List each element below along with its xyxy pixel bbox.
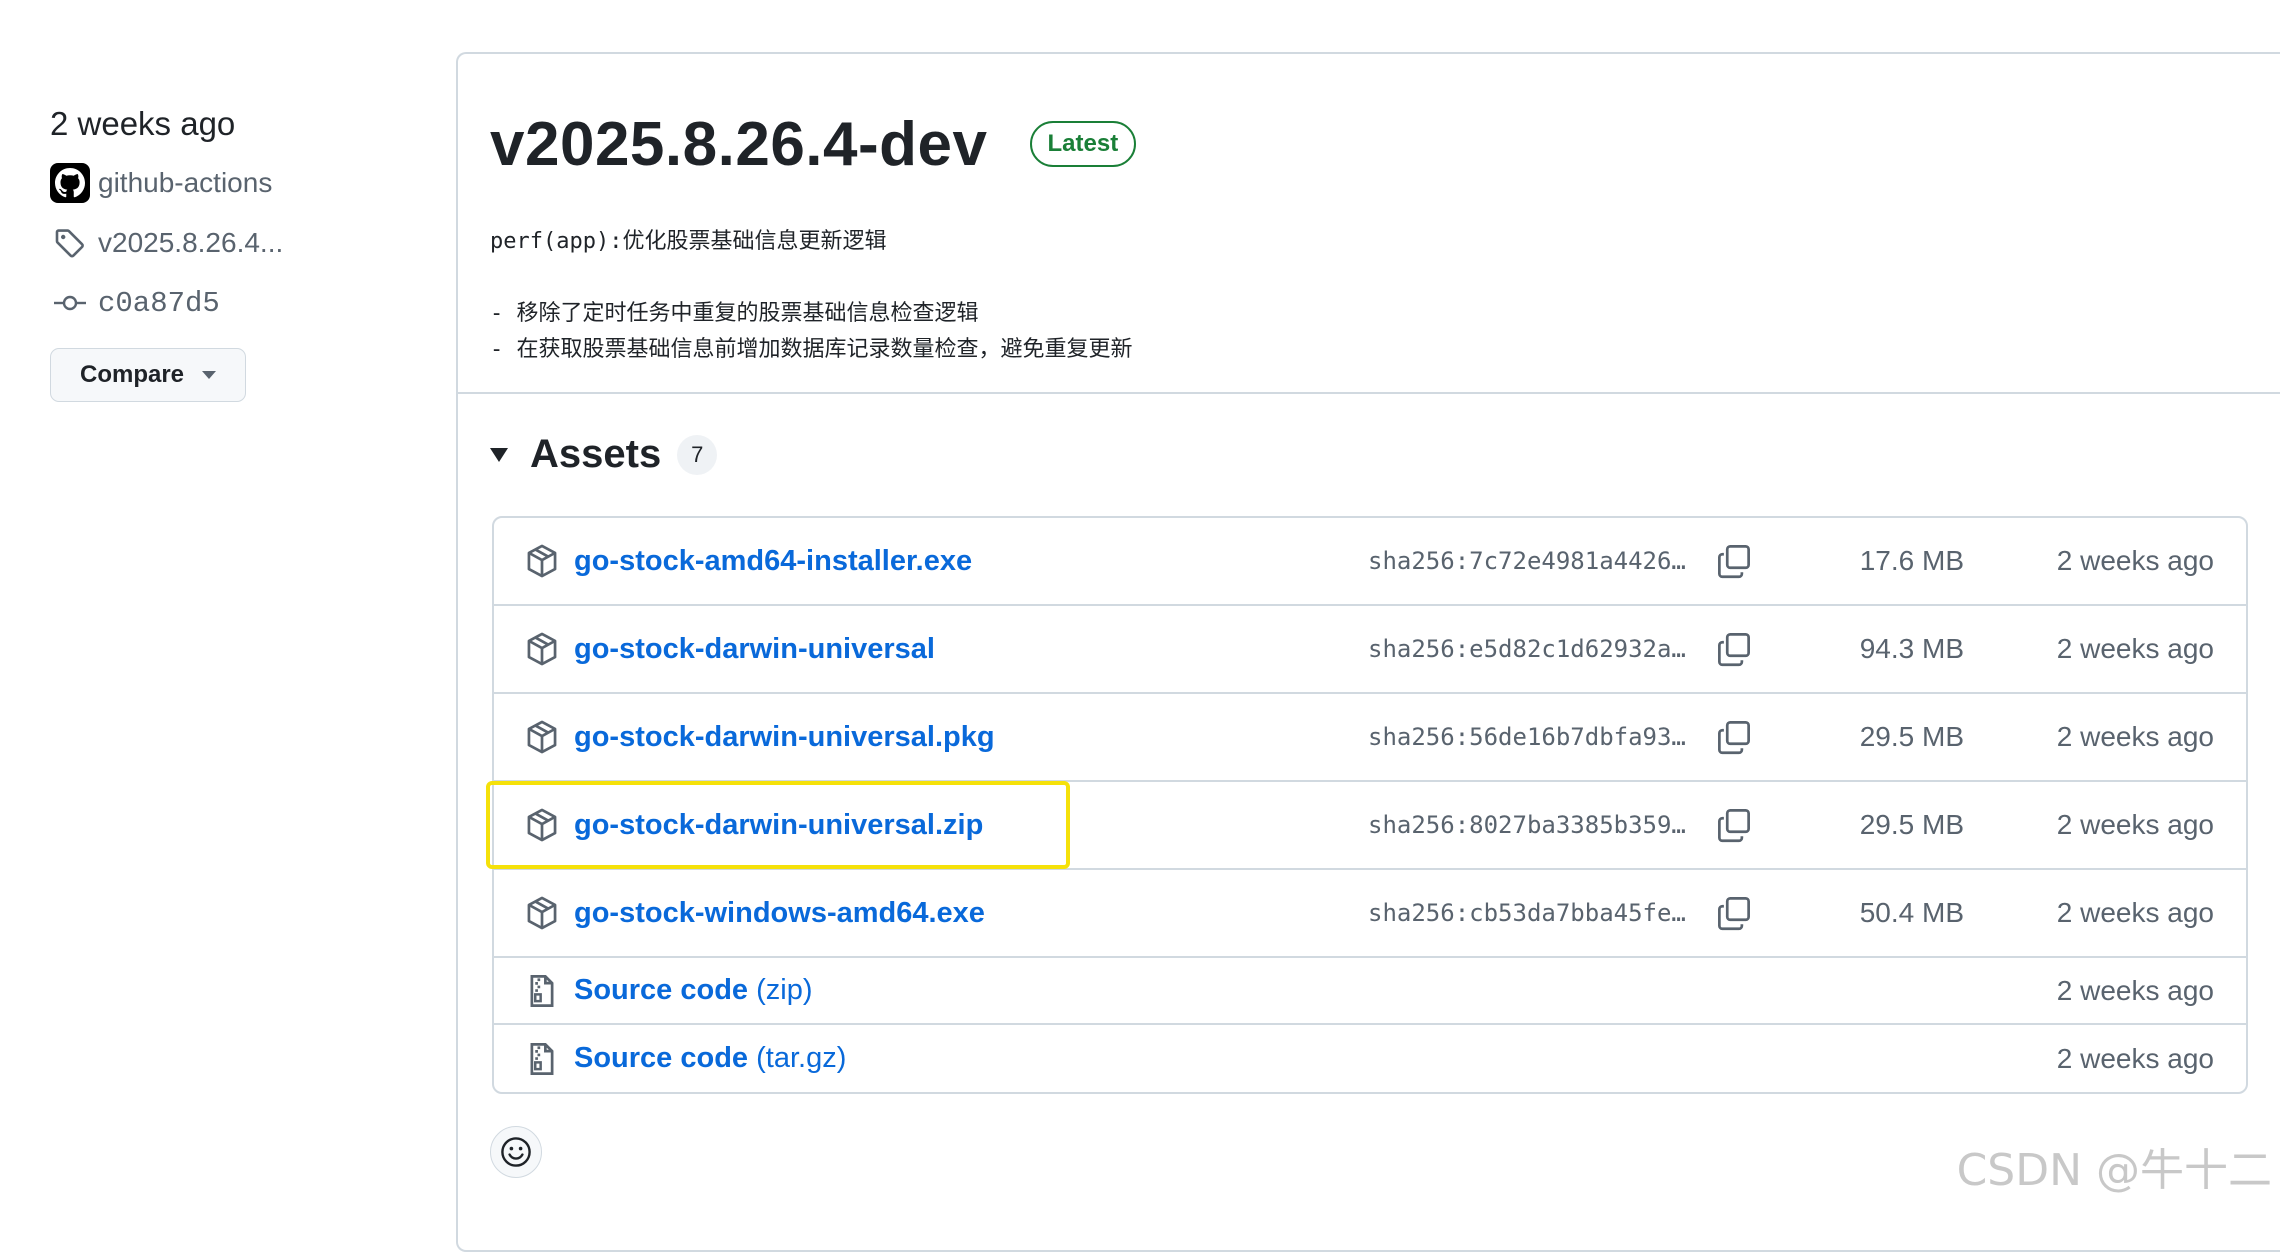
latest-badge: Latest — [1029, 121, 1137, 167]
source-row: Source code (zip) 2 weeks ago — [494, 958, 2246, 1025]
avatar — [50, 163, 90, 203]
triangle-down-icon — [490, 447, 508, 462]
asset-link[interactable]: go-stock-windows-amd64.exe — [574, 897, 985, 930]
author-link[interactable]: github-actions — [50, 160, 380, 206]
package-icon — [524, 543, 560, 579]
source-label: Source code — [574, 1042, 749, 1074]
asset-date: 2 weeks ago — [2056, 633, 2214, 664]
asset-row: go-stock-amd64-installer.exe sha256:7c72e… — [494, 518, 2246, 606]
assets-count: 7 — [677, 434, 718, 475]
release-card: v2025.8.26.4-dev Latest perf(app):优化股票基础… — [456, 52, 2280, 1252]
asset-date: 2 weeks ago — [2056, 974, 2214, 1006]
asset-size: 94.3 MB — [1859, 633, 1964, 664]
highlight-box — [486, 781, 1070, 869]
release-sidebar: 2 weeks ago github-actions v2025.8.26.4.… — [50, 102, 380, 402]
asset-date: 2 weeks ago — [2056, 545, 2214, 576]
copy-icon[interactable] — [1716, 895, 1752, 931]
asset-date: 2 weeks ago — [2056, 721, 2214, 752]
asset-row: go-stock-windows-amd64.exe sha256:cb53da7… — [494, 870, 2246, 958]
copy-icon[interactable] — [1716, 719, 1752, 755]
asset-row: go-stock-darwin-universal sha256:e5d82c1d… — [494, 606, 2246, 694]
copy-icon[interactable] — [1716, 543, 1752, 579]
author-name: github-actions — [98, 167, 273, 198]
github-icon — [50, 163, 90, 203]
asset-date: 2 weeks ago — [2056, 897, 2214, 928]
file-zip-icon — [524, 973, 560, 1009]
tag-name: v2025.8.26.4... — [98, 227, 284, 258]
source-link[interactable]: Source code (tar.gz) — [574, 1042, 846, 1075]
tag-icon — [50, 223, 90, 263]
asset-row: go-stock-darwin-universal.pkg sha256:56de… — [494, 694, 2246, 782]
copy-icon[interactable] — [1716, 807, 1752, 843]
add-reaction-button[interactable] — [490, 1126, 542, 1178]
release-header: v2025.8.26.4-dev Latest perf(app):优化股票基础… — [458, 54, 2280, 394]
notes-line: - 移除了定时任务中重复的股票基础信息检查逻辑 — [490, 301, 979, 326]
asset-link[interactable]: go-stock-darwin-universal.pkg — [574, 721, 995, 754]
asset-sha: sha256:7c72e4981a4426… — [1368, 547, 1686, 575]
asset-date: 2 weeks ago — [2056, 809, 2214, 840]
source-label: Source code — [574, 974, 749, 1006]
asset-size: 17.6 MB — [1859, 545, 1964, 576]
copy-icon[interactable] — [1716, 631, 1752, 667]
smiley-icon — [501, 1137, 531, 1167]
release-time: 2 weeks ago — [50, 105, 236, 142]
asset-size: 29.5 MB — [1859, 721, 1964, 752]
package-icon — [524, 631, 560, 667]
asset-size: 50.4 MB — [1859, 897, 1964, 928]
compare-label: Compare — [79, 361, 185, 388]
asset-date: 2 weeks ago — [2056, 1042, 2214, 1074]
file-zip-icon — [524, 1041, 560, 1077]
commit-link[interactable]: c0a87d5 — [50, 280, 380, 326]
asset-link[interactable]: go-stock-amd64-installer.exe — [574, 545, 972, 578]
assets-toggle[interactable]: Assets 7 — [490, 432, 718, 477]
asset-sha: sha256:e5d82c1d62932a… — [1368, 635, 1686, 663]
watermark: CSDN @牛十二 — [1956, 1145, 2272, 1196]
release-title[interactable]: v2025.8.26.4-dev — [490, 109, 988, 180]
source-format: (tar.gz) — [756, 1042, 847, 1074]
notes-line: - 在获取股票基础信息前增加数据库记录数量检查，避免重复更新 — [490, 337, 1133, 362]
commit-hash: c0a87d5 — [98, 286, 220, 320]
asset-sha: sha256:cb53da7bba45fe… — [1368, 899, 1686, 927]
tag-link[interactable]: v2025.8.26.4... — [50, 220, 380, 266]
asset-sha: sha256:8027ba3385b359… — [1368, 811, 1686, 839]
chevron-down-icon — [202, 371, 217, 379]
source-format: (zip) — [756, 974, 813, 1006]
package-icon — [524, 895, 560, 931]
package-icon — [524, 719, 560, 755]
notes-line: perf(app):优化股票基础信息更新逻辑 — [490, 229, 887, 254]
compare-button[interactable]: Compare — [50, 348, 246, 402]
asset-sha: sha256:56de16b7dbfa93… — [1368, 723, 1686, 751]
asset-size: 29.5 MB — [1859, 809, 1964, 840]
commit-icon — [50, 283, 90, 323]
release-notes: perf(app):优化股票基础信息更新逻辑 - 移除了定时任务中重复的股票基础… — [490, 224, 2280, 368]
assets-title: Assets — [530, 432, 662, 476]
source-row: Source code (tar.gz) 2 weeks ago — [494, 1025, 2246, 1092]
source-link[interactable]: Source code (zip) — [574, 974, 813, 1007]
asset-link[interactable]: go-stock-darwin-universal — [574, 633, 935, 666]
